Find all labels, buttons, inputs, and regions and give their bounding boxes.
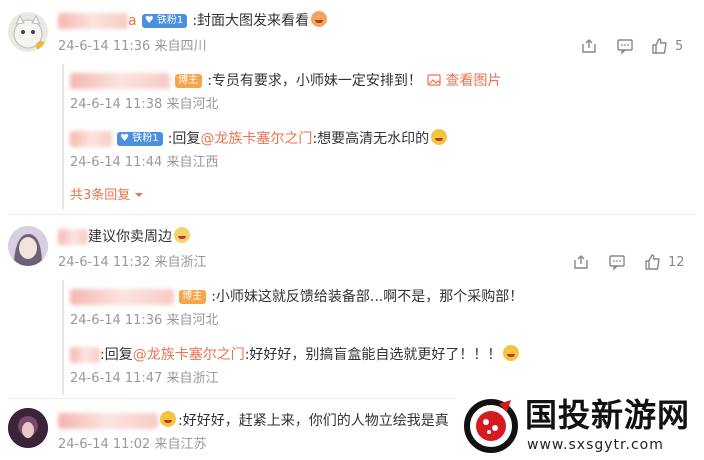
watermark-url: www.sxsgytr.com bbox=[527, 437, 664, 453]
emoji-icon bbox=[311, 11, 328, 27]
emoji-icon bbox=[503, 345, 520, 361]
reply-thread-line bbox=[62, 280, 64, 395]
reply-time: 24-6-14 11:44 bbox=[70, 155, 163, 170]
image-icon bbox=[427, 74, 441, 86]
comment-location: 来自江苏 bbox=[154, 437, 207, 452]
reply-header: 博主 :小师妹这就反馈给装备部...啊不是，那个采购部！ bbox=[70, 286, 523, 307]
emoji-icon bbox=[431, 129, 448, 145]
fan-badge: ♥ 铁粉1 bbox=[117, 131, 163, 146]
like-button[interactable]: 5 bbox=[651, 37, 683, 55]
reply-header: :回复@龙族卡塞尔之门:好好好，别搞盲盒能自选就更好了！！！ bbox=[70, 344, 520, 365]
comment-time: 24-6-14 11:02 bbox=[58, 437, 151, 452]
reply-text: :想要高清无水印的 bbox=[312, 131, 430, 147]
comment-header: :好好好，赶紧上来，你们的人物立绘我是真 bbox=[58, 410, 449, 431]
username-blurred[interactable] bbox=[58, 12, 128, 29]
reply-meta: 24-6-14 11:38 来自河北 bbox=[70, 96, 219, 114]
reply-time: 24-6-14 11:36 bbox=[70, 313, 163, 328]
share-icon bbox=[582, 39, 596, 53]
comment-time: 24-6-14 11:36 bbox=[58, 39, 151, 54]
like-count: 5 bbox=[675, 38, 684, 54]
reply-location: 来自河北 bbox=[166, 313, 219, 328]
emoji-icon bbox=[174, 227, 190, 243]
more-replies-link[interactable]: 共3条回复 bbox=[70, 186, 144, 206]
avatar[interactable] bbox=[8, 12, 48, 52]
reply-text: :专员有要求，小师妹一定安排到！ bbox=[207, 73, 422, 89]
comment-meta: 24-6-14 11:02 来自江苏 bbox=[58, 436, 207, 454]
comment-icon bbox=[609, 255, 625, 271]
comment-header: a ♥ 铁粉1 :封面大图发来看看 bbox=[58, 10, 328, 31]
reply-text: :小师妹这就反馈给装备部...啊不是，那个采购部！ bbox=[211, 289, 524, 305]
comment-location: 来自四川 bbox=[154, 39, 207, 54]
avatar-anime-icon bbox=[8, 408, 48, 448]
comment-time: 24-6-14 11:32 bbox=[58, 255, 151, 270]
comment-meta: 24-6-14 11:36 来自四川 bbox=[58, 38, 207, 56]
watermark: 国投新游网 www.sxsgytr.com bbox=[455, 392, 704, 460]
watermark-logo-icon bbox=[464, 399, 518, 453]
reply-username-blurred[interactable] bbox=[70, 72, 170, 89]
username-blurred[interactable] bbox=[58, 412, 158, 429]
mention-link[interactable]: @龙族卡塞尔之门 bbox=[200, 131, 312, 147]
reply-meta: 24-6-14 11:47 来自浙江 bbox=[70, 370, 219, 388]
share-button[interactable] bbox=[580, 37, 598, 55]
share-icon bbox=[574, 255, 588, 269]
comment-icon bbox=[617, 39, 633, 55]
chevron-down-icon bbox=[135, 193, 144, 197]
reply-location: 来自河北 bbox=[166, 97, 219, 112]
author-badge: 博主 bbox=[175, 73, 203, 88]
thumbs-up-icon bbox=[652, 38, 667, 54]
view-image-link[interactable]: 查看图片 bbox=[427, 73, 501, 89]
fan-badge: ♥ 铁粉1 bbox=[141, 13, 188, 28]
reply-location: 来自江西 bbox=[166, 155, 219, 170]
comment-text: :封面大图发来看看 bbox=[192, 13, 310, 29]
reply-username-blurred[interactable] bbox=[70, 130, 112, 147]
reply-prefix: :回复 bbox=[100, 347, 133, 363]
reply-time: 24-6-14 11:38 bbox=[70, 97, 163, 112]
comment-meta: 24-6-14 11:32 来自浙江 bbox=[58, 254, 207, 272]
like-count: 12 bbox=[668, 254, 685, 270]
reply-username-blurred[interactable] bbox=[70, 288, 174, 305]
like-button[interactable]: 12 bbox=[644, 253, 685, 271]
reply-username-blurred[interactable] bbox=[70, 346, 100, 363]
author-badge: 博主 bbox=[179, 289, 207, 304]
reply-header: ♥ 铁粉1 :回复@龙族卡塞尔之门:想要高清无水印的 bbox=[70, 128, 448, 149]
comment-button[interactable] bbox=[608, 253, 626, 271]
reply-header: 博主 :专员有要求，小师妹一定安排到！ 查看图片 bbox=[70, 70, 501, 91]
avatar-cat-icon bbox=[13, 14, 46, 51]
reply-location: 来自浙江 bbox=[166, 371, 219, 386]
reply-meta: 24-6-14 11:36 来自河北 bbox=[70, 312, 219, 330]
comment-location: 来自浙江 bbox=[154, 255, 207, 270]
comment-header: 建议你卖周边 bbox=[58, 226, 190, 247]
avatar[interactable] bbox=[8, 408, 48, 448]
avatar-anime-icon bbox=[8, 226, 48, 266]
thumbs-up-icon bbox=[645, 254, 660, 270]
reply-time: 24-6-14 11:47 bbox=[70, 371, 163, 386]
reply-meta: 24-6-14 11:44 来自江西 bbox=[70, 154, 219, 172]
divider bbox=[8, 214, 696, 215]
comment-text: :好好好，赶紧上来，你们的人物立绘我是真 bbox=[178, 413, 449, 429]
watermark-title: 国投新游网 bbox=[525, 396, 691, 434]
emoji-icon bbox=[160, 411, 176, 427]
avatar[interactable] bbox=[8, 226, 48, 266]
mention-link[interactable]: @龙族卡塞尔之门 bbox=[133, 347, 245, 363]
comment-button[interactable] bbox=[616, 37, 634, 55]
reply-prefix: :回复 bbox=[167, 131, 201, 147]
comment-text: 建议你卖周边 bbox=[88, 229, 172, 245]
username-suffix[interactable]: a bbox=[128, 13, 137, 29]
reply-thread-line bbox=[62, 64, 64, 209]
share-button[interactable] bbox=[572, 253, 590, 271]
reply-text: :好好好，别搞盲盒能自选就更好了！！！ bbox=[244, 347, 502, 363]
username-blurred[interactable] bbox=[58, 228, 88, 245]
